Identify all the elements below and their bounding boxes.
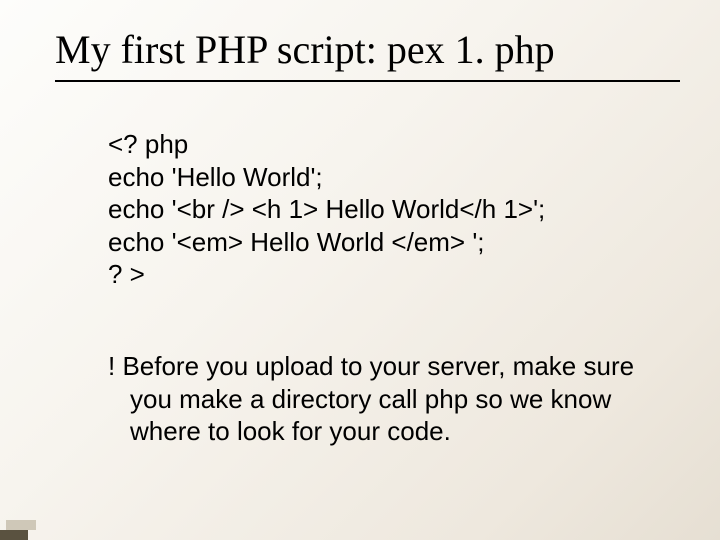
note-block: ! Before you upload to your server, make… <box>108 350 648 448</box>
code-line: echo '<br /> <h 1> Hello World</h 1>'; <box>108 193 670 226</box>
note-text: ! Before you upload to your server, make… <box>108 350 648 448</box>
accent-bar-dark <box>0 530 28 540</box>
code-line: echo '<em> Hello World </em> '; <box>108 226 670 259</box>
code-line: echo 'Hello World'; <box>108 161 670 194</box>
title-underline <box>55 80 680 82</box>
code-line: <? php <box>108 128 670 161</box>
slide: My first PHP script: pex 1. php <? php e… <box>0 0 720 540</box>
slide-title: My first PHP script: pex 1. php <box>55 28 680 78</box>
accent-bar-light <box>6 520 36 530</box>
corner-accent <box>0 518 36 540</box>
title-area: My first PHP script: pex 1. php <box>55 28 680 82</box>
code-line: ? > <box>108 258 670 291</box>
code-block: <? php echo 'Hello World'; echo '<br /> … <box>108 128 670 291</box>
